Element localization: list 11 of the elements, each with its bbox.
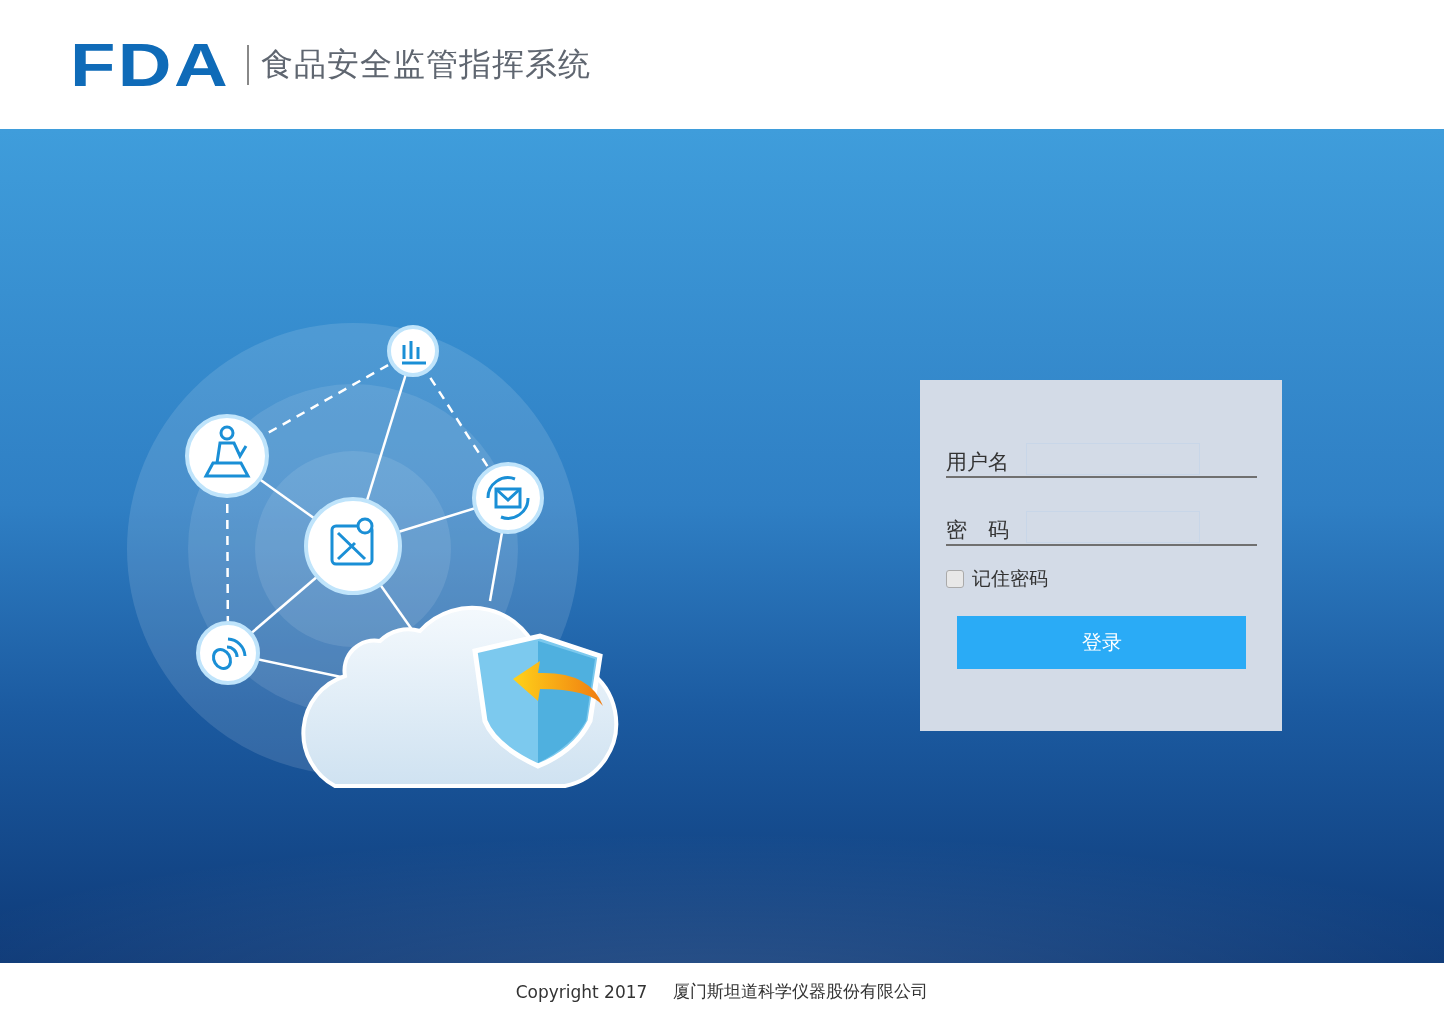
login-button[interactable]: 登录 (957, 616, 1246, 669)
field-label: 密 码 (946, 517, 1010, 544)
password-field[interactable] (1026, 511, 1200, 543)
copyright-text: Copyright 2017 (515, 981, 648, 1002)
logo-text: FDA (70, 33, 231, 96)
company-name: 厦门斯坦道科学仪器股份有限公司 (673, 980, 929, 1003)
username-field[interactable] (1026, 443, 1200, 475)
field-label: 用户名 (946, 449, 1010, 476)
remember-label: 记住密码 (972, 566, 1048, 591)
remember-checkbox[interactable] (946, 570, 964, 588)
system-title: 食品安全监管指挥系统 (261, 43, 592, 85)
